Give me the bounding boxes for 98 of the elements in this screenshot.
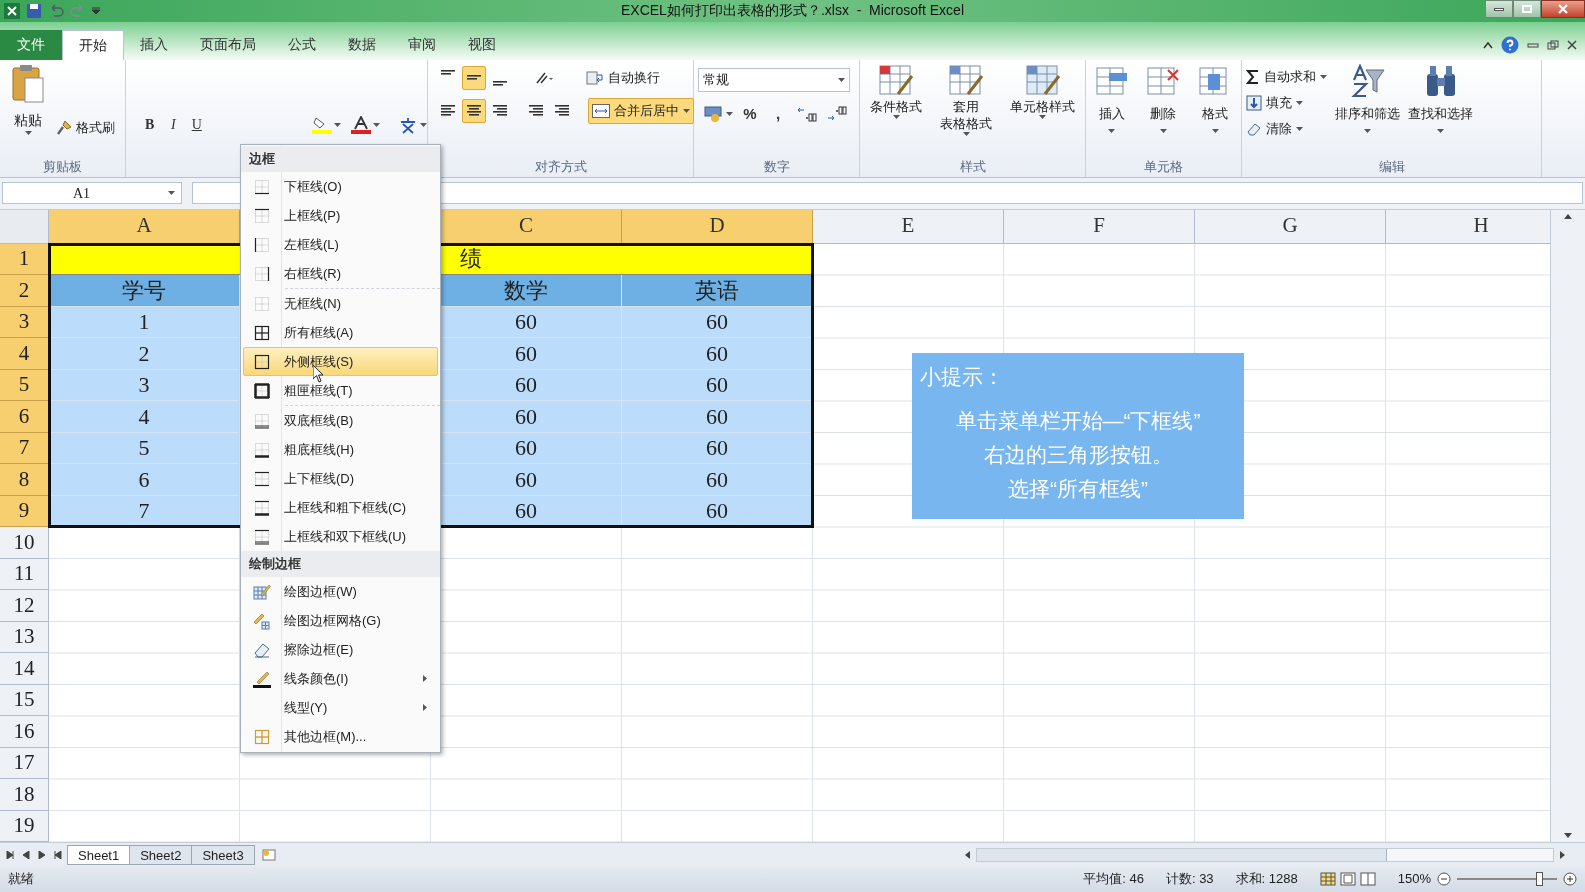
row-header[interactable]: 5 <box>0 369 49 402</box>
group-label: 编辑 <box>1378 157 1405 176</box>
ribbon-tab[interactable]: 数据 <box>332 29 392 60</box>
table-cell: 英语 <box>622 275 813 307</box>
sheet-tab[interactable]: Sheet1 <box>67 844 131 865</box>
table-cell: 60 <box>622 338 813 370</box>
column-header[interactable]: G <box>1195 209 1386 244</box>
row-header[interactable]: 15 <box>0 684 49 717</box>
number-format-dropdown[interactable]: 常规 <box>698 67 850 92</box>
style-button[interactable]: 套用 表格格式 <box>940 63 992 136</box>
font-style-button[interactable]: I <box>163 113 183 136</box>
row-header[interactable]: 10 <box>0 527 49 559</box>
status-average: 平均值: 46 <box>1083 870 1144 889</box>
table-cell: 5 <box>49 432 240 465</box>
ribbon-tab[interactable]: 开始 <box>62 29 124 60</box>
sheet-tab[interactable]: Sheet2 <box>129 844 193 865</box>
font-style-button[interactable]: U <box>187 113 207 136</box>
status-count: 计数: 33 <box>1165 870 1214 889</box>
status-sum: 求和: 1288 <box>1235 870 1298 889</box>
edit-big-button[interactable]: 查找和选择 <box>1408 63 1473 140</box>
row-header[interactable]: 16 <box>0 716 49 748</box>
row-header[interactable]: 18 <box>0 779 49 811</box>
table-cell: 60 <box>622 401 813 433</box>
column-header[interactable]: F <box>1004 209 1195 244</box>
table-cell: 60 <box>622 432 813 465</box>
row-header[interactable]: 14 <box>0 653 49 685</box>
table-cell: 学号 <box>49 275 240 307</box>
row-header[interactable]: 9 <box>0 495 49 528</box>
column-header[interactable]: E <box>813 209 1004 244</box>
table-cell: 60 <box>622 464 813 496</box>
menu-item[interactable]: 线型(Y) <box>243 693 438 722</box>
wrap-text-button[interactable]: 自动换行 <box>586 65 660 90</box>
column-header[interactable]: H <box>1386 209 1550 244</box>
cells-button[interactable]: 删除 <box>1146 63 1181 134</box>
paste-button[interactable]: 粘贴 <box>4 63 52 144</box>
row-header[interactable]: 8 <box>0 464 49 496</box>
file-tab[interactable]: 文件 <box>0 29 62 60</box>
row-header[interactable]: 4 <box>0 338 49 370</box>
table-cell: 6 <box>49 464 240 496</box>
tip-text: 右边的三角形按钮。 <box>983 442 1173 469</box>
name-box[interactable]: A1 <box>2 182 182 205</box>
table-cell: 3 <box>49 369 240 402</box>
ribbon-tab[interactable]: 审阅 <box>392 29 452 60</box>
menu-section-title: 边框 <box>249 150 275 169</box>
format-painter-button[interactable]: 格式刷 <box>56 117 115 138</box>
menu-item[interactable]: 绘图边框网格(G) <box>243 606 438 635</box>
style-button[interactable]: 条件格式 <box>870 63 922 136</box>
group-label: 样式 <box>959 157 986 176</box>
ribbon-tab[interactable]: 公式 <box>272 29 332 60</box>
ribbon-tab[interactable]: 视图 <box>452 29 512 60</box>
row-header[interactable]: 7 <box>0 432 49 465</box>
row-header[interactable]: 6 <box>0 401 49 433</box>
group-label: 单元格 <box>1144 157 1183 176</box>
number-style-button[interactable]: , <box>767 102 789 126</box>
column-header[interactable]: D <box>622 209 813 244</box>
edit-button[interactable]: 清除 <box>1246 117 1327 140</box>
row-header[interactable]: 17 <box>0 747 49 780</box>
tip-text: 单击菜单栏开始—“下框线” <box>955 408 1201 435</box>
cells-button[interactable]: 格式 <box>1198 63 1233 134</box>
menu-item[interactable]: 其他边框(M)... <box>243 722 438 751</box>
menu-item[interactable]: 线条颜色(I) <box>243 664 438 693</box>
tip-title: 小提示： <box>920 363 1004 390</box>
row-header[interactable]: 11 <box>0 558 49 591</box>
table-cell: 1 <box>49 306 240 339</box>
group-label: 对齐方式 <box>534 157 587 176</box>
zoom-level[interactable]: 150% <box>1397 869 1431 889</box>
sheet-tab[interactable]: Sheet3 <box>191 844 255 865</box>
table-cell: 2 <box>49 338 240 370</box>
status-text: 就绪 <box>8 870 34 889</box>
menu-section-title: 绘制边框 <box>249 555 301 574</box>
font-style-button[interactable]: B <box>140 113 160 136</box>
menu-item[interactable]: 下框线(O) <box>243 172 438 201</box>
table-cell: 60 <box>622 306 813 339</box>
table-cell: 60 <box>622 369 813 402</box>
window-title: EXCEL如何打印出表格的形式？.xlsx - Microsoft Excel <box>620 1 964 21</box>
row-header[interactable]: 3 <box>0 306 49 339</box>
merge-center-button[interactable]: 合并后居中 <box>588 97 694 124</box>
group-label: 数字 <box>763 157 790 176</box>
row-header[interactable]: 19 <box>0 810 49 843</box>
style-button[interactable]: 单元格样式 <box>1010 63 1075 136</box>
menu-item[interactable]: 绘图边框(W) <box>243 577 438 606</box>
edit-button[interactable]: 填充 <box>1246 91 1327 114</box>
cells-button[interactable]: 插入 <box>1094 63 1129 134</box>
menu-item[interactable]: 擦除边框(E) <box>243 635 438 664</box>
menu-item[interactable]: 外侧框线(S) <box>243 347 438 376</box>
ribbon-tab[interactable]: 插入 <box>124 29 184 60</box>
row-header[interactable]: 1 <box>0 243 49 276</box>
group-label: 剪贴板 <box>43 157 82 176</box>
row-header[interactable]: 2 <box>0 275 49 307</box>
ribbon-tab[interactable]: 页面布局 <box>184 29 272 60</box>
row-header[interactable]: 13 <box>0 621 49 654</box>
edit-button[interactable]: 自动求和 <box>1246 65 1327 88</box>
row-header[interactable]: 12 <box>0 590 49 622</box>
tip-text: 选择“所有框线” <box>1008 476 1148 503</box>
edit-big-button[interactable]: 排序和筛选 <box>1335 63 1400 140</box>
column-header[interactable]: A <box>49 209 240 244</box>
table-cell: 4 <box>49 401 240 433</box>
number-style-button[interactable]: % <box>739 102 761 126</box>
